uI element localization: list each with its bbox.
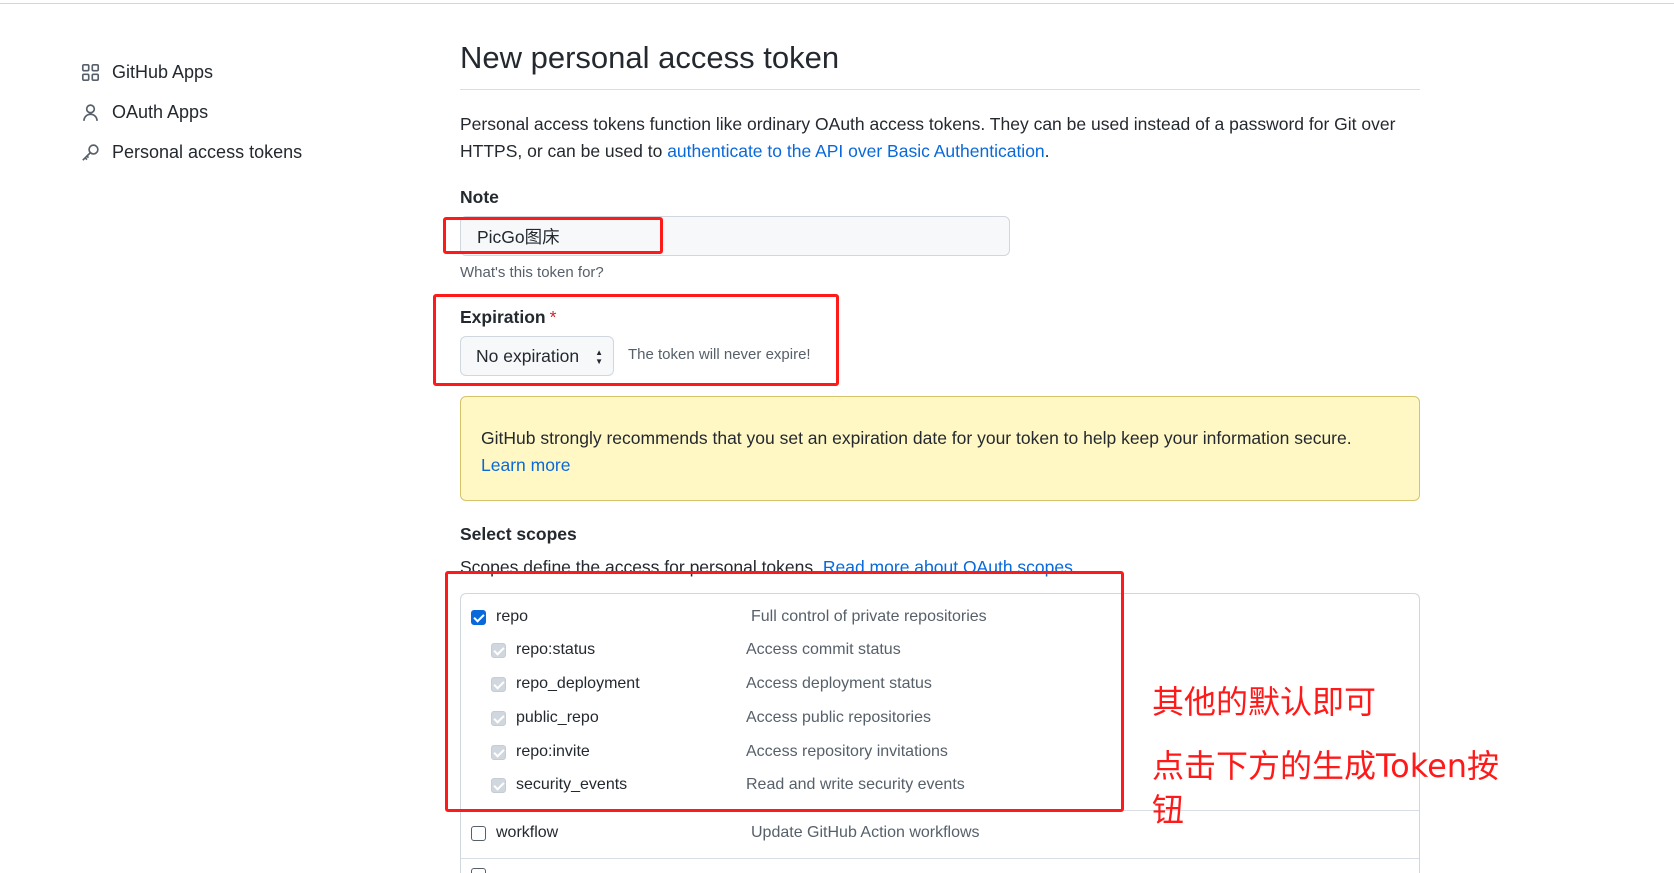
title-divider xyxy=(460,89,1420,90)
scope-name: repo:status xyxy=(516,641,596,658)
expiration-select[interactable]: No expiration ▲ ▼ xyxy=(460,336,614,376)
scope-desc: Access deployment status xyxy=(746,675,932,692)
page-title: New personal access token xyxy=(460,40,840,75)
sidebar-item-personal-access-tokens[interactable]: Personal access tokens xyxy=(78,132,378,172)
sidebar-item-label: OAuth Apps xyxy=(112,101,209,122)
scopes-desc-text: Scopes define the access for personal to… xyxy=(460,557,823,577)
scope-desc: Full control of private repositories xyxy=(751,608,987,625)
note-hint: What's this token for? xyxy=(460,264,604,281)
scope-checkbox-repo[interactable] xyxy=(471,609,486,625)
select-arrows-icon: ▲ ▼ xyxy=(595,348,603,366)
scope-name: security_events xyxy=(516,776,628,793)
apps-grid-icon xyxy=(78,60,102,84)
scope-desc: Read and write security events xyxy=(746,776,965,793)
scope-checkbox-repo-deployment[interactable] xyxy=(491,676,506,692)
expiration-note: The token will never expire! xyxy=(628,346,811,363)
scope-row-next xyxy=(461,864,1419,873)
select-scopes-label: Select scopes xyxy=(460,524,577,544)
scope-row-repo: repo Full control of private repositorie… xyxy=(461,602,1419,632)
person-icon xyxy=(78,100,102,124)
annotation-text-default: 其他的默认即可 xyxy=(1152,683,1377,721)
scope-row-divider xyxy=(461,858,1419,859)
note-input[interactable] xyxy=(460,216,1010,256)
scope-checkbox-next[interactable] xyxy=(471,868,486,873)
scope-checkbox-repo-status[interactable] xyxy=(491,642,506,658)
scope-name: repo_deployment xyxy=(516,675,640,692)
sidebar-item-oauth-apps[interactable]: OAuth Apps xyxy=(78,92,378,132)
expiration-label-text: Expiration xyxy=(460,307,546,327)
note-label: Note xyxy=(460,187,499,207)
scope-name: repo:invite xyxy=(516,743,590,760)
scope-checkbox-security-events[interactable] xyxy=(491,777,506,793)
scope-checkbox-repo-invite[interactable] xyxy=(491,744,506,760)
scope-desc: Access commit status xyxy=(746,641,901,658)
scope-name: public_repo xyxy=(516,709,599,726)
scope-name: workflow xyxy=(496,824,559,841)
required-mark: * xyxy=(549,307,557,327)
scope-desc: Update GitHub Action workflows xyxy=(751,824,980,841)
key-icon xyxy=(78,140,102,164)
sidebar-item-github-apps[interactable]: GitHub Apps xyxy=(78,52,378,92)
scope-checkbox-workflow[interactable] xyxy=(471,825,486,841)
expiration-warning-banner: GitHub strongly recommends that you set … xyxy=(460,396,1420,501)
expiration-label: Expiration * xyxy=(460,307,556,328)
intro-end: . xyxy=(1044,141,1050,161)
annotation-text-generate: 点击下方的生成Token按钮 xyxy=(1152,747,1500,829)
oauth-scopes-link[interactable]: Read more about OAuth scopes xyxy=(823,557,1073,577)
learn-more-link[interactable]: Learn more xyxy=(481,455,571,475)
scope-checkbox-public-repo[interactable] xyxy=(491,710,506,726)
expiration-selected-value: No expiration xyxy=(476,345,580,366)
basic-auth-link[interactable]: authenticate to the API over Basic Authe… xyxy=(667,141,1044,161)
top-divider xyxy=(0,3,1674,4)
sidebar-item-label: GitHub Apps xyxy=(112,61,214,82)
scope-row-repo-status: repo:status Access commit status xyxy=(461,635,1419,665)
scope-desc: Access repository invitations xyxy=(746,743,948,760)
sidebar-item-label: Personal access tokens xyxy=(112,141,303,162)
scope-desc: Access public repositories xyxy=(746,709,931,726)
scopes-description: Scopes define the access for personal to… xyxy=(460,557,1073,578)
settings-sidebar: GitHub Apps OAuth Apps Personal access t… xyxy=(78,52,378,172)
warning-text: GitHub strongly recommends that you set … xyxy=(481,428,1352,448)
intro-paragraph: Personal access tokens function like ord… xyxy=(460,111,1420,165)
scope-name: repo xyxy=(496,608,529,625)
